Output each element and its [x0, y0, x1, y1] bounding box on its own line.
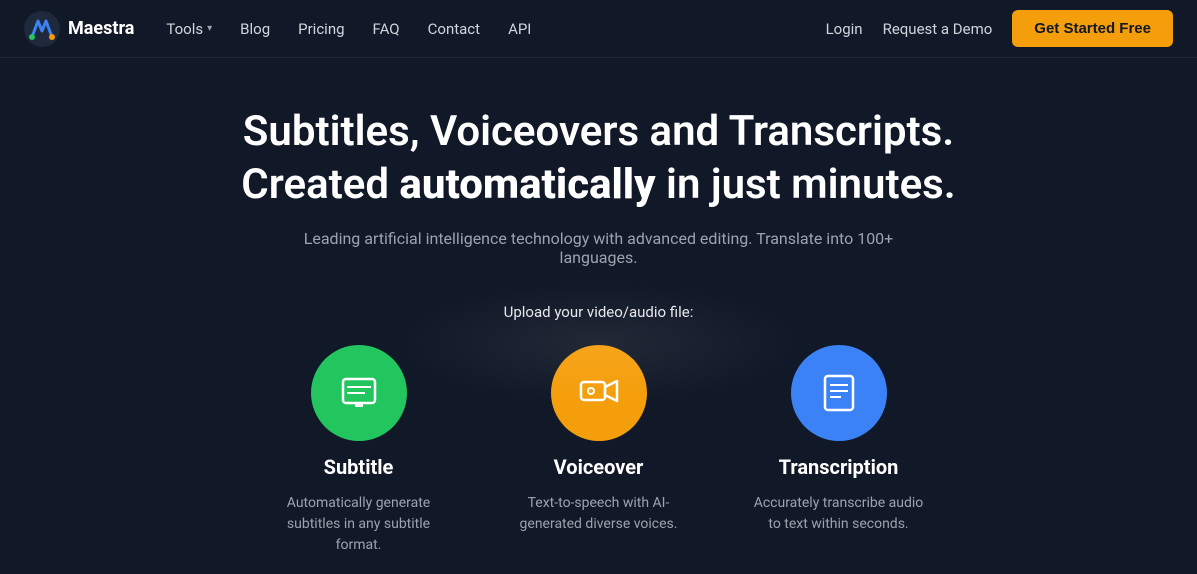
nav-faq[interactable]: FAQ	[373, 20, 400, 38]
transcription-icon-circle	[791, 345, 887, 441]
cards-row: Subtitle Automatically generate subtitle…	[249, 345, 949, 556]
nav-contact[interactable]: Contact	[428, 20, 480, 38]
transcription-icon	[817, 371, 861, 415]
hero-section: Subtitles, Voiceovers and Transcripts. C…	[0, 58, 1197, 556]
subtitle-icon	[337, 371, 381, 415]
subtitle-card[interactable]: Subtitle Automatically generate subtitle…	[269, 345, 449, 556]
hero-subtitle: Leading artificial intelligence technolo…	[299, 229, 899, 267]
transcription-card-desc: Accurately transcribe audio to text with…	[749, 493, 929, 535]
get-started-button[interactable]: Get Started Free	[1012, 10, 1173, 47]
nav-right: Login Request a Demo Get Started Free	[826, 10, 1173, 47]
tools-chevron-icon: ▾	[207, 23, 212, 34]
voiceover-card[interactable]: Voiceover Text-to-speech with AI-generat…	[509, 345, 689, 556]
nav-api[interactable]: API	[508, 20, 531, 38]
voiceover-card-desc: Text-to-speech with AI-generated diverse…	[509, 493, 689, 535]
logo[interactable]: Maestra	[24, 11, 134, 47]
hero-title: Subtitles, Voiceovers and Transcripts. C…	[241, 106, 955, 211]
nav-links: Tools ▾ Blog Pricing FAQ Contact API	[166, 20, 825, 38]
transcription-card[interactable]: Transcription Accurately transcribe audi…	[749, 345, 929, 556]
transcription-card-title: Transcription	[779, 455, 899, 479]
navigation: Maestra Tools ▾ Blog Pricing FAQ Contact…	[0, 0, 1197, 58]
voiceover-icon	[577, 371, 621, 415]
nav-tools[interactable]: Tools ▾	[166, 20, 212, 38]
voiceover-card-title: Voiceover	[554, 455, 644, 479]
login-link[interactable]: Login	[826, 20, 863, 38]
subtitle-card-title: Subtitle	[324, 455, 394, 479]
request-demo-link[interactable]: Request a Demo	[883, 20, 993, 38]
nav-pricing[interactable]: Pricing	[298, 20, 344, 38]
voiceover-icon-circle	[551, 345, 647, 441]
upload-section: Upload your video/audio file: Subtitle A…	[249, 303, 949, 556]
logo-text: Maestra	[68, 18, 134, 39]
subtitle-icon-circle	[311, 345, 407, 441]
subtitle-card-desc: Automatically generate subtitles in any …	[269, 493, 449, 556]
nav-blog[interactable]: Blog	[240, 20, 270, 38]
upload-label: Upload your video/audio file:	[249, 303, 949, 321]
